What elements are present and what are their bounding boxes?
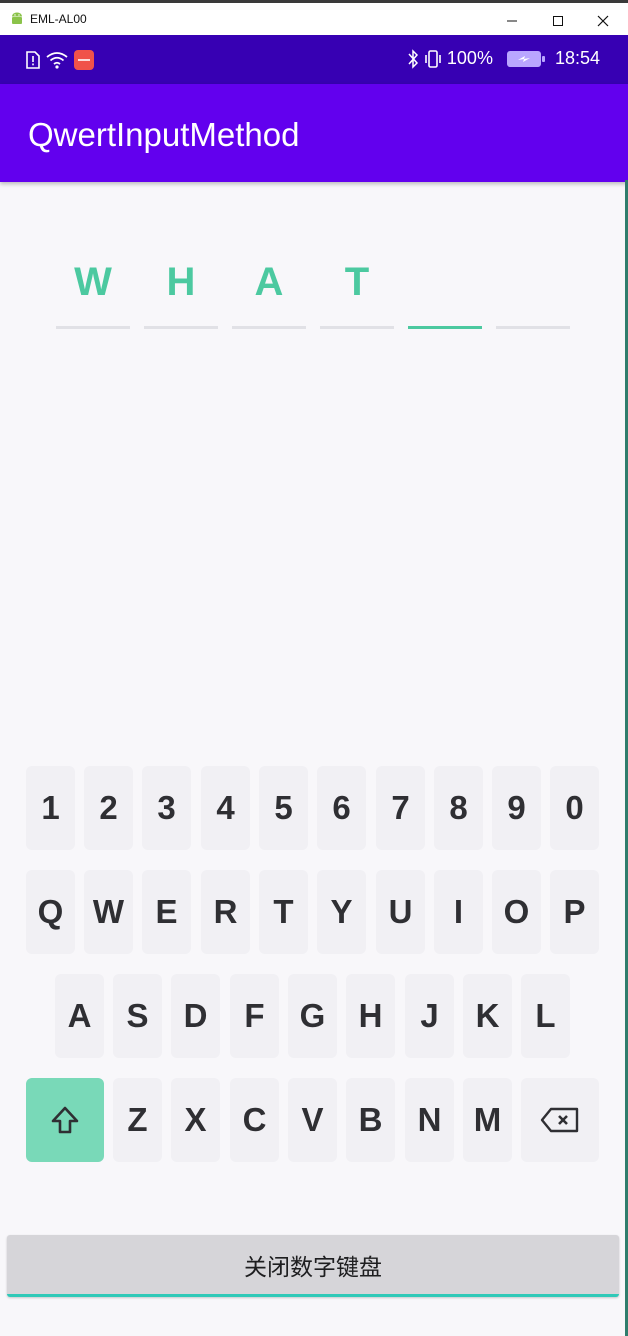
key-p[interactable]: P	[550, 870, 599, 954]
cell-underline	[144, 326, 218, 329]
key-o[interactable]: O	[492, 870, 541, 954]
key-l[interactable]: L	[521, 974, 570, 1058]
maximize-button[interactable]	[535, 8, 581, 34]
code-cell[interactable]: A	[232, 255, 306, 329]
key-3[interactable]: 3	[142, 766, 191, 850]
app-title: QwertInputMethod	[28, 116, 300, 153]
backspace-key[interactable]	[521, 1078, 599, 1162]
key-u[interactable]: U	[376, 870, 425, 954]
sim-alert-icon	[26, 51, 40, 69]
key-y[interactable]: Y	[317, 870, 366, 954]
key-i[interactable]: I	[434, 870, 483, 954]
key-w[interactable]: W	[84, 870, 133, 954]
key-f[interactable]: F	[230, 974, 279, 1058]
shift-arrow-icon	[51, 1106, 79, 1134]
window-title: EML-AL00	[30, 12, 87, 26]
key-q[interactable]: Q	[26, 870, 75, 954]
key-m[interactable]: M	[463, 1078, 512, 1162]
cell-underline	[56, 326, 130, 329]
key-0[interactable]: 0	[550, 766, 599, 850]
bluetooth-icon	[408, 48, 418, 69]
minimize-icon	[507, 20, 517, 22]
battery-icon	[506, 50, 545, 67]
code-char: H	[166, 260, 196, 304]
key-5[interactable]: 5	[259, 766, 308, 850]
key-b[interactable]: B	[346, 1078, 395, 1162]
notification-app-icon	[74, 50, 94, 70]
key-s[interactable]: S	[113, 974, 162, 1058]
key-j[interactable]: J	[405, 974, 454, 1058]
android-icon	[12, 12, 22, 24]
cell-underline	[496, 326, 570, 329]
close-numeric-keyboard-button[interactable]: 关闭数字键盘	[7, 1235, 619, 1297]
key-a[interactable]: A	[55, 974, 104, 1058]
key-r[interactable]: R	[201, 870, 250, 954]
key-2[interactable]: 2	[84, 766, 133, 850]
key-c[interactable]: C	[230, 1078, 279, 1162]
window-title-bar: EML-AL00	[0, 0, 628, 35]
code-input[interactable]: W H A T	[56, 255, 572, 331]
cell-underline	[320, 326, 394, 329]
code-char: T	[344, 260, 370, 304]
key-k[interactable]: K	[463, 974, 512, 1058]
app-bar: QwertInputMethod	[0, 84, 628, 182]
code-cell-active[interactable]	[408, 255, 482, 329]
key-t[interactable]: T	[259, 870, 308, 954]
key-4[interactable]: 4	[201, 766, 250, 850]
close-button[interactable]	[580, 8, 626, 34]
close-icon	[597, 15, 609, 27]
key-n[interactable]: N	[405, 1078, 454, 1162]
key-v[interactable]: V	[288, 1078, 337, 1162]
wifi-icon	[46, 52, 68, 69]
minimize-button[interactable]	[489, 8, 535, 34]
key-8[interactable]: 8	[434, 766, 483, 850]
shift-key[interactable]	[26, 1078, 104, 1162]
key-x[interactable]: X	[171, 1078, 220, 1162]
battery-percent: 100%	[446, 48, 493, 68]
backspace-icon	[540, 1107, 579, 1133]
charging-icon	[517, 55, 530, 62]
key-g[interactable]: G	[288, 974, 337, 1058]
key-z[interactable]: Z	[113, 1078, 162, 1162]
key-h[interactable]: H	[346, 974, 395, 1058]
key-d[interactable]: D	[171, 974, 220, 1058]
key-1[interactable]: 1	[26, 766, 75, 850]
key-6[interactable]: 6	[317, 766, 366, 850]
status-time: 18:54	[554, 48, 600, 68]
cell-underline	[232, 326, 306, 329]
key-7[interactable]: 7	[376, 766, 425, 850]
maximize-icon	[553, 16, 563, 26]
key-e[interactable]: E	[142, 870, 191, 954]
code-cell[interactable]: H	[144, 255, 218, 329]
key-9[interactable]: 9	[492, 766, 541, 850]
cell-underline	[408, 326, 482, 329]
code-cell[interactable]: T	[320, 255, 394, 329]
code-cell[interactable]: W	[56, 255, 130, 329]
status-bar: 100% 18:54	[0, 35, 628, 84]
code-char: W	[74, 260, 112, 304]
code-cell[interactable]	[496, 255, 570, 329]
code-char: A	[254, 260, 284, 304]
vibrate-icon	[425, 49, 441, 68]
